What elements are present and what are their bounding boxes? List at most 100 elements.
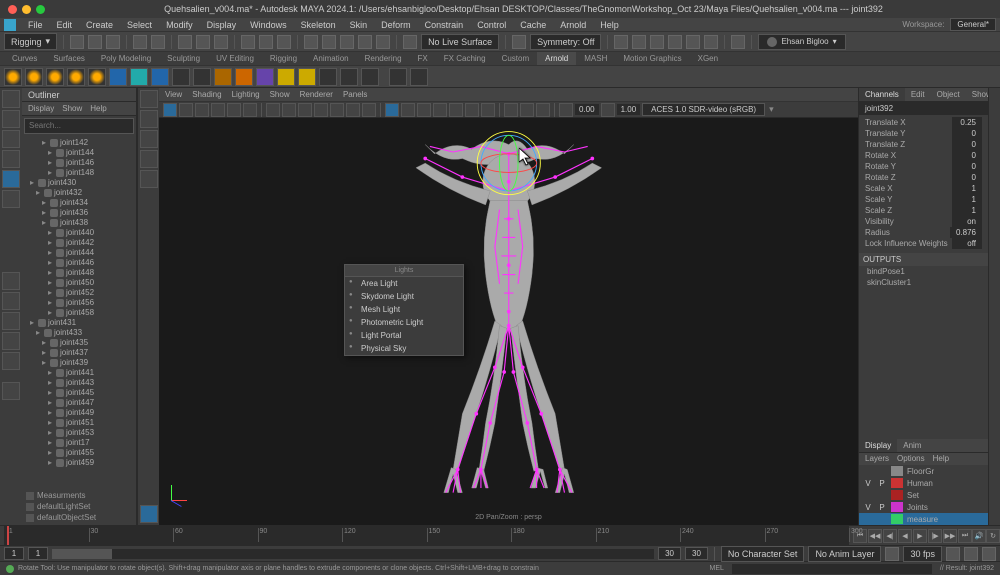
- tree-joint[interactable]: ▸joint439: [24, 358, 134, 368]
- layer-row[interactable]: VPJoints: [859, 501, 988, 513]
- tree-joint[interactable]: ▸joint440: [24, 228, 134, 238]
- magnifier-icon[interactable]: [2, 382, 20, 400]
- tree-joint[interactable]: ▸joint430: [24, 178, 134, 188]
- vp-menu-show[interactable]: Show: [270, 90, 290, 99]
- vp-exposure-icon[interactable]: [559, 103, 573, 117]
- redo-icon[interactable]: [151, 35, 165, 49]
- snap-point-icon[interactable]: [340, 35, 354, 49]
- vp-safe-action-icon[interactable]: [346, 103, 360, 117]
- outliner-default-object-set[interactable]: defaultObjectSet: [24, 512, 134, 523]
- shelf-curve-collector-icon[interactable]: [214, 68, 232, 86]
- tree-joint[interactable]: ▸joint431: [24, 318, 134, 328]
- vp-2d-pan-icon[interactable]: [227, 103, 241, 117]
- tree-joint[interactable]: ▸joint458: [24, 308, 134, 318]
- character-set-dropdown[interactable]: No Character Set: [721, 546, 805, 562]
- vp-bookmark-icon[interactable]: [195, 103, 209, 117]
- tree-joint[interactable]: ▸joint459: [24, 458, 134, 468]
- menu-control[interactable]: Control: [471, 20, 512, 30]
- user-account[interactable]: Ehsan Bigloo▾: [758, 34, 845, 50]
- light-area[interactable]: Area Light: [345, 277, 463, 290]
- vp-xray-joints-icon[interactable]: [520, 103, 534, 117]
- set-key-icon[interactable]: [964, 547, 978, 561]
- play-forward-icon[interactable]: ▶: [913, 529, 927, 543]
- outliner-tree[interactable]: ▸joint142▸joint144▸joint146▸joint148▸joi…: [22, 136, 136, 488]
- vp-safe-title-icon[interactable]: [362, 103, 376, 117]
- live-surface-dropdown[interactable]: No Live Surface: [421, 34, 499, 50]
- vp-gamma-icon[interactable]: [601, 103, 615, 117]
- render-settings-icon[interactable]: [668, 35, 682, 49]
- select-hierarchy-icon[interactable]: [241, 35, 255, 49]
- tree-joint[interactable]: ▸joint144: [24, 148, 134, 158]
- shelf-tab-poly[interactable]: Poly Modeling: [93, 52, 159, 65]
- menu-help[interactable]: Help: [594, 20, 625, 30]
- shelf-standin-icon[interactable]: [172, 68, 190, 86]
- step-forward-icon[interactable]: ▶▶: [943, 529, 957, 543]
- layer-row[interactable]: FloorGr: [859, 465, 988, 477]
- audio-icon[interactable]: 🔊: [972, 529, 986, 543]
- shelf-tab-rigging[interactable]: Rigging: [262, 52, 305, 65]
- mel-label[interactable]: MEL: [710, 565, 724, 572]
- shelf-tab-motion[interactable]: Motion Graphics: [615, 52, 689, 65]
- tree-joint[interactable]: ▸joint445: [24, 388, 134, 398]
- light-mesh[interactable]: Mesh Light: [345, 303, 463, 316]
- ipr-render-icon[interactable]: [650, 35, 664, 49]
- tree-joint[interactable]: ▸joint448: [24, 268, 134, 278]
- tree-joint[interactable]: ▸joint437: [24, 348, 134, 358]
- tree-joint[interactable]: ▸joint455: [24, 448, 134, 458]
- shelf-tab-custom[interactable]: Custom: [494, 52, 538, 65]
- hypershade-icon[interactable]: [686, 35, 700, 49]
- shelf-create-shader-icon[interactable]: [256, 68, 274, 86]
- channel-attr[interactable]: Rotate X0: [861, 150, 986, 161]
- new-scene-icon[interactable]: [70, 35, 84, 49]
- vp-xray-icon[interactable]: [504, 103, 518, 117]
- vp-use-lights-icon[interactable]: [417, 103, 431, 117]
- shelf-skydome-icon[interactable]: [25, 68, 43, 86]
- light-editor-icon[interactable]: [704, 35, 718, 49]
- select-mode-icon[interactable]: [178, 35, 192, 49]
- shelf-fog-icon[interactable]: [151, 68, 169, 86]
- save-scene-icon[interactable]: [106, 35, 120, 49]
- auto-key-icon[interactable]: [946, 547, 960, 561]
- vp-smooth-shade-icon[interactable]: [401, 103, 415, 117]
- range-end[interactable]: 30: [658, 547, 681, 560]
- shelf-atmosphere-icon[interactable]: [130, 68, 148, 86]
- shelf-tab-arnold[interactable]: Arnold: [537, 52, 576, 65]
- output-skincluster[interactable]: skinCluster1: [859, 277, 988, 288]
- light-portal[interactable]: Light Portal: [345, 329, 463, 342]
- layer-menu-layers[interactable]: Layers: [865, 454, 889, 464]
- shelf-area-light-icon[interactable]: [4, 68, 22, 86]
- vp-resolution-gate-icon[interactable]: [298, 103, 312, 117]
- menu-display[interactable]: Display: [201, 20, 243, 30]
- menu-constrain[interactable]: Constrain: [419, 20, 470, 30]
- workspace-dropdown[interactable]: General*: [950, 18, 996, 31]
- tree-joint[interactable]: ▸joint438: [24, 218, 134, 228]
- tree-joint[interactable]: ▸joint146: [24, 158, 134, 168]
- tree-joint[interactable]: ▸joint432: [24, 188, 134, 198]
- channel-attr[interactable]: Lock Influence Weightsoff: [861, 238, 986, 249]
- outliner-menu-display[interactable]: Display: [28, 104, 54, 113]
- select-tool[interactable]: [2, 90, 20, 108]
- tree-joint[interactable]: ▸joint433: [24, 328, 134, 338]
- anim-layer-icon[interactable]: [885, 547, 899, 561]
- symmetry-dropdown[interactable]: Symmetry: Off: [530, 34, 601, 50]
- lasso-icon[interactable]: [196, 35, 210, 49]
- tree-joint[interactable]: ▸joint456: [24, 298, 134, 308]
- menu-skeleton[interactable]: Skeleton: [295, 20, 342, 30]
- vp-menu-lighting[interactable]: Lighting: [232, 90, 260, 99]
- vp-ao-icon[interactable]: [449, 103, 463, 117]
- channel-attr[interactable]: Scale Z1: [861, 205, 986, 216]
- layer-menu-help[interactable]: Help: [933, 454, 949, 464]
- menu-arnold[interactable]: Arnold: [554, 20, 592, 30]
- tree-joint[interactable]: ▸joint442: [24, 238, 134, 248]
- channel-attr[interactable]: Scale Y1: [861, 194, 986, 205]
- tree-joint[interactable]: ▸joint148: [24, 168, 134, 178]
- shelf-render-view-icon[interactable]: [340, 68, 358, 86]
- menu-windows[interactable]: Windows: [244, 20, 293, 30]
- shelf-tab-fxcaching[interactable]: FX Caching: [436, 52, 494, 65]
- tab-channels[interactable]: Channels: [859, 88, 905, 101]
- tree-joint[interactable]: ▸joint446: [24, 258, 134, 268]
- light-physical-sky[interactable]: Physical Sky: [345, 342, 463, 355]
- snap-grid-icon[interactable]: [304, 35, 318, 49]
- render-icon[interactable]: [632, 35, 646, 49]
- viewport-3d[interactable]: Lights Area Light Skydome Light Mesh Lig…: [159, 118, 858, 513]
